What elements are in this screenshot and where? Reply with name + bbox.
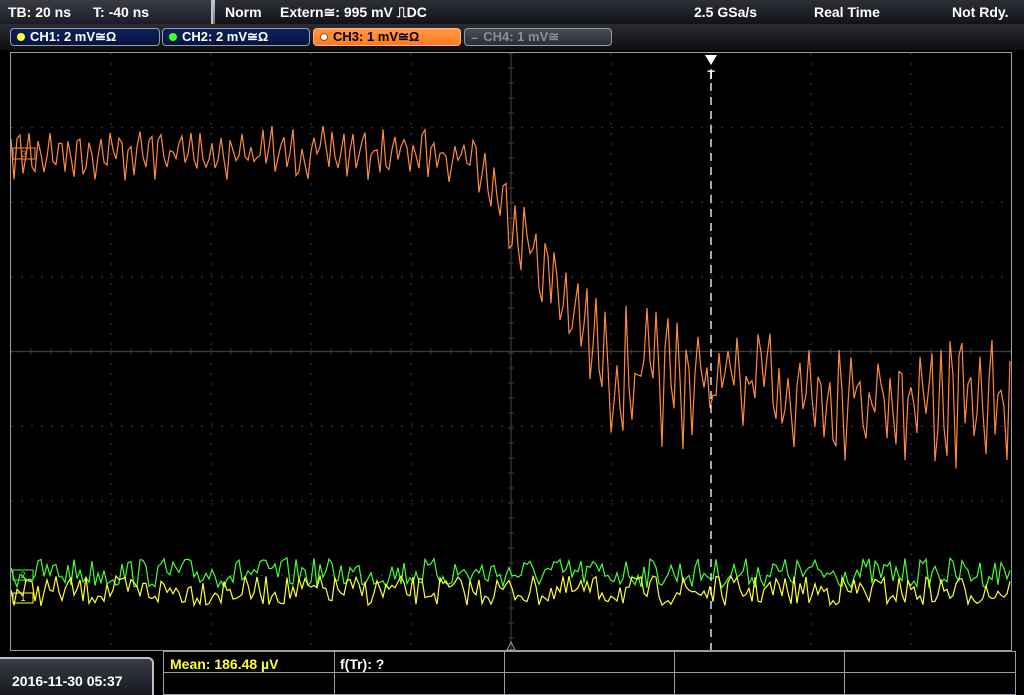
ch1-label: CH1: 2 mV≅Ω: [30, 29, 117, 44]
channel-bar: CH1: 2 mV≅Ω CH2: 2 mV≅Ω CH3: 1 mV≅Ω – CH…: [0, 24, 1024, 50]
tab-ch4[interactable]: – CH4: 1 mV≅: [464, 28, 612, 46]
ch1-dot-icon: [17, 33, 25, 41]
measurement-divider: [164, 672, 1015, 673]
measurement-divider: [674, 652, 675, 694]
measurement-divider: [334, 652, 335, 694]
measurement-divider: [504, 652, 505, 694]
sample-rate-label: 2.5 GSa/s: [694, 4, 758, 20]
timebase-label: TB: 20 ns: [8, 4, 72, 20]
measurement-table[interactable]: Mean: 186.48 µV f(Tr): ?: [163, 651, 1016, 695]
ch4-dash-icon: –: [471, 29, 479, 45]
timebase-panel[interactable]: TB: 20 ns T: -40 ns: [0, 0, 213, 24]
datetime-display: 2016-11-30 05:37: [0, 657, 154, 695]
ch3-label: CH3: 1 mV≅Ω: [333, 29, 420, 44]
trigger-mode-label: Norm: [225, 4, 262, 20]
tab-ch3[interactable]: CH3: 1 mV≅Ω: [313, 28, 461, 46]
waveform-canvas: T 3 2 1: [11, 53, 1011, 650]
trigger-source-label: Extern≅: 995 mV ⎍DC: [280, 4, 427, 20]
trigger-offset-label: T: -40 ns: [93, 4, 150, 20]
status-label: Not Rdy.: [952, 4, 1009, 20]
ch2-dot-icon: [169, 33, 177, 41]
trigger-panel[interactable]: Norm Extern≅: 995 mV ⎍DC 2.5 GSa/s Real …: [215, 0, 1024, 24]
footer: 2016-11-30 05:37 Mean: 186.48 µV f(Tr): …: [0, 651, 1024, 695]
ch1-ref-label: 1: [20, 593, 25, 603]
ch2-ref-marker[interactable]: 2: [12, 569, 34, 581]
ch4-label: CH4: 1 mV≅: [483, 29, 560, 44]
ch2-label: CH2: 2 mV≅Ω: [182, 29, 269, 44]
graticule: [11, 53, 1011, 650]
ch2-ref-label: 2: [20, 570, 25, 580]
trigger-marker-label: T: [707, 68, 715, 82]
tab-ch2[interactable]: CH2: 2 mV≅Ω: [162, 28, 310, 46]
acquisition-mode-label: Real Time: [814, 4, 880, 20]
ch3-ref-label: 3: [21, 149, 26, 159]
tab-ch1[interactable]: CH1: 2 mV≅Ω: [10, 28, 160, 46]
mean-measurement: Mean: 186.48 µV: [170, 656, 279, 672]
fall-time-measurement: f(Tr): ?: [340, 656, 385, 672]
trigger-arrow-icon[interactable]: [705, 55, 717, 65]
waveform-display[interactable]: T 3 2 1: [10, 52, 1012, 651]
ch3-dot-icon: [320, 33, 328, 41]
status-bar: TB: 20 ns T: -40 ns Norm Extern≅: 995 mV…: [0, 0, 1024, 24]
measurement-divider: [844, 652, 845, 694]
